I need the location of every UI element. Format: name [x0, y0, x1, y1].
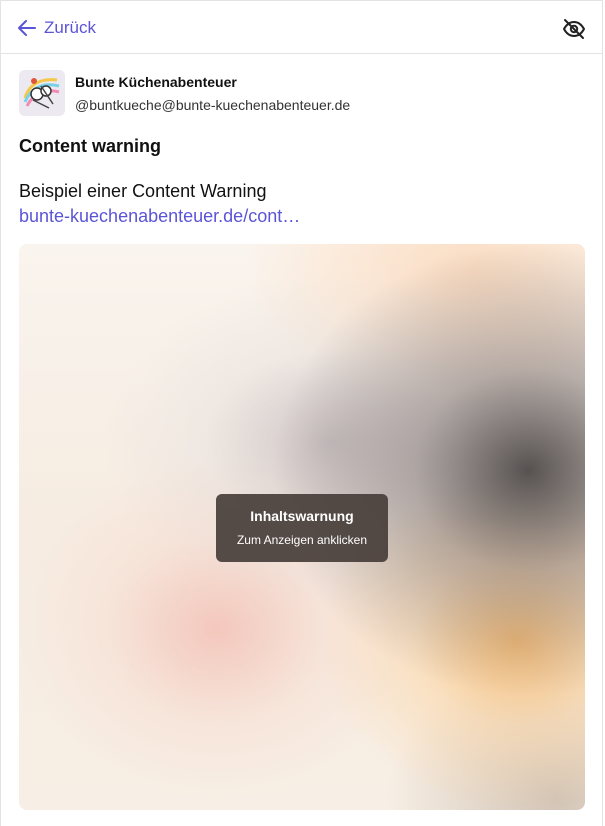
- post-text: Beispiel einer Content Warning: [19, 181, 267, 201]
- author-handle: @buntkueche@bunte-kuechenabenteuer.de: [75, 97, 351, 113]
- overlay-subtitle: Zum Anzeigen anklicken: [236, 533, 368, 547]
- author-text: Bunte Küchenabenteuer @buntkueche@bunte-…: [75, 70, 350, 116]
- content-warning-title: Content warning: [19, 136, 161, 156]
- post-link[interactable]: bunte-kuechenabenteuer.de/cont…: [19, 206, 300, 227]
- post-detail-panel: Zurück Bunte Küchenabenteuer @buntkueche…: [0, 0, 603, 826]
- back-label: Zurück: [44, 18, 96, 37]
- overlay-title: Inhaltswarnung: [250, 508, 354, 524]
- avatar[interactable]: [19, 70, 65, 116]
- eye-slash-icon: [563, 19, 585, 39]
- arrow-left-icon: [18, 20, 36, 36]
- hide-media-button[interactable]: [562, 17, 586, 41]
- top-bar: Zurück: [1, 0, 602, 54]
- post-author[interactable]: Bunte Küchenabenteuer @buntkueche@bunte-…: [19, 70, 350, 116]
- back-button[interactable]: Zurück: [18, 18, 96, 38]
- author-display-name[interactable]: Bunte Küchenabenteuer: [75, 74, 350, 90]
- content-warning-overlay[interactable]: Inhaltswarnung Zum Anzeigen anklicken: [216, 494, 388, 562]
